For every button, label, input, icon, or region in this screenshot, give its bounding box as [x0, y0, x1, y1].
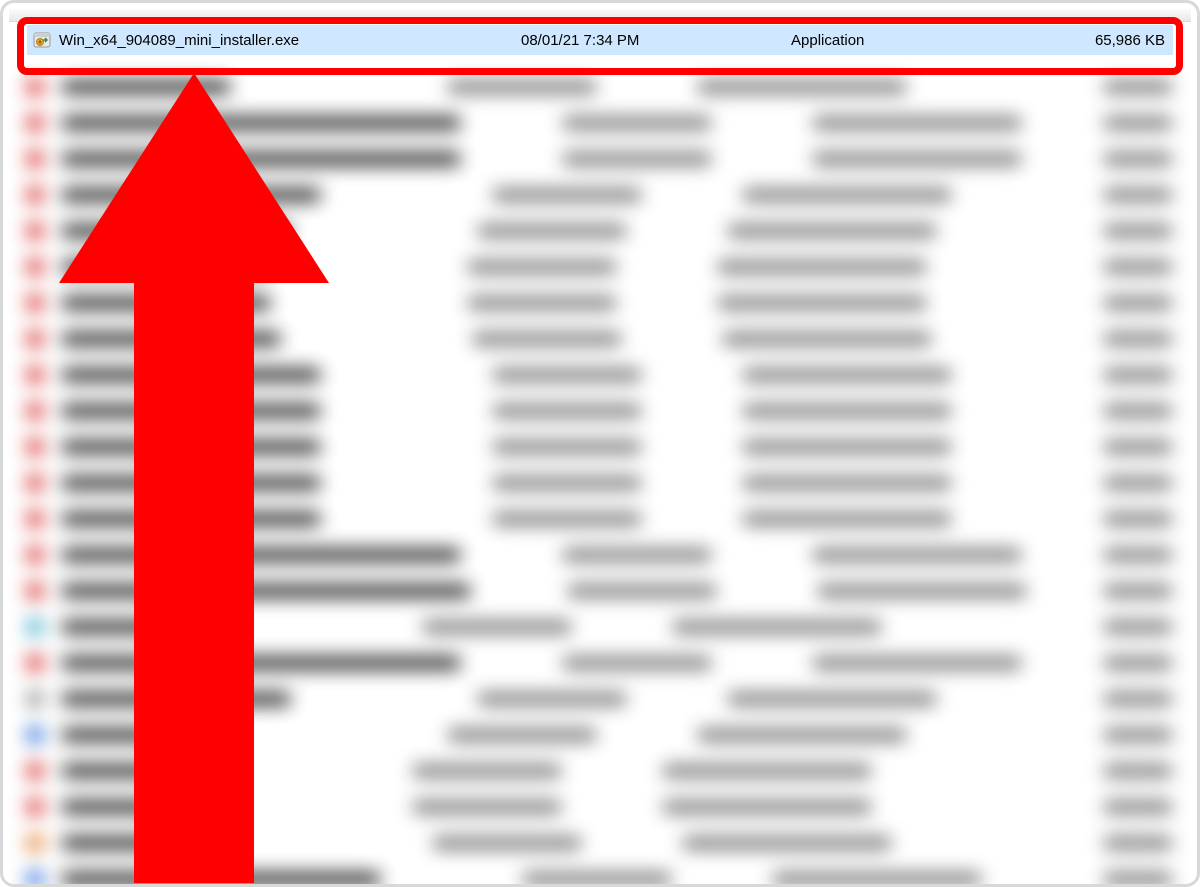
blurred-row — [27, 465, 1173, 501]
blurred-row — [27, 177, 1173, 213]
blurred-row — [27, 681, 1173, 717]
blurred-row — [27, 105, 1173, 141]
file-row-selected[interactable]: Win_x64_904089_mini_installer.exe 08/01/… — [27, 25, 1173, 55]
blurred-row — [27, 537, 1173, 573]
blurred-row — [27, 573, 1173, 609]
file-date-modified: 08/01/21 7:34 PM — [521, 32, 791, 49]
blurred-row — [27, 717, 1173, 753]
column-header-strip[interactable] — [9, 9, 1191, 22]
blurred-row — [27, 609, 1173, 645]
blurred-row — [27, 753, 1173, 789]
blurred-row — [27, 357, 1173, 393]
file-size: 65,986 KB — [1041, 32, 1173, 49]
blurred-row — [27, 141, 1173, 177]
blurred-row — [27, 501, 1173, 537]
blurred-row — [27, 249, 1173, 285]
blurred-row — [27, 213, 1173, 249]
file-name: Win_x64_904089_mini_installer.exe — [59, 32, 299, 49]
file-name-cell[interactable]: Win_x64_904089_mini_installer.exe — [27, 31, 521, 49]
blurred-row — [27, 861, 1173, 887]
blurred-row — [27, 285, 1173, 321]
explorer-window: Win_x64_904089_mini_installer.exe 08/01/… — [0, 0, 1200, 887]
blurred-row — [27, 393, 1173, 429]
blurred-row — [27, 429, 1173, 465]
installer-exe-icon — [33, 31, 51, 49]
blurred-file-list — [27, 69, 1173, 872]
blurred-row — [27, 645, 1173, 681]
blurred-row — [27, 825, 1173, 861]
blurred-row — [27, 69, 1173, 105]
blurred-row — [27, 321, 1173, 357]
blurred-row — [27, 789, 1173, 825]
file-type: Application — [791, 32, 1041, 49]
